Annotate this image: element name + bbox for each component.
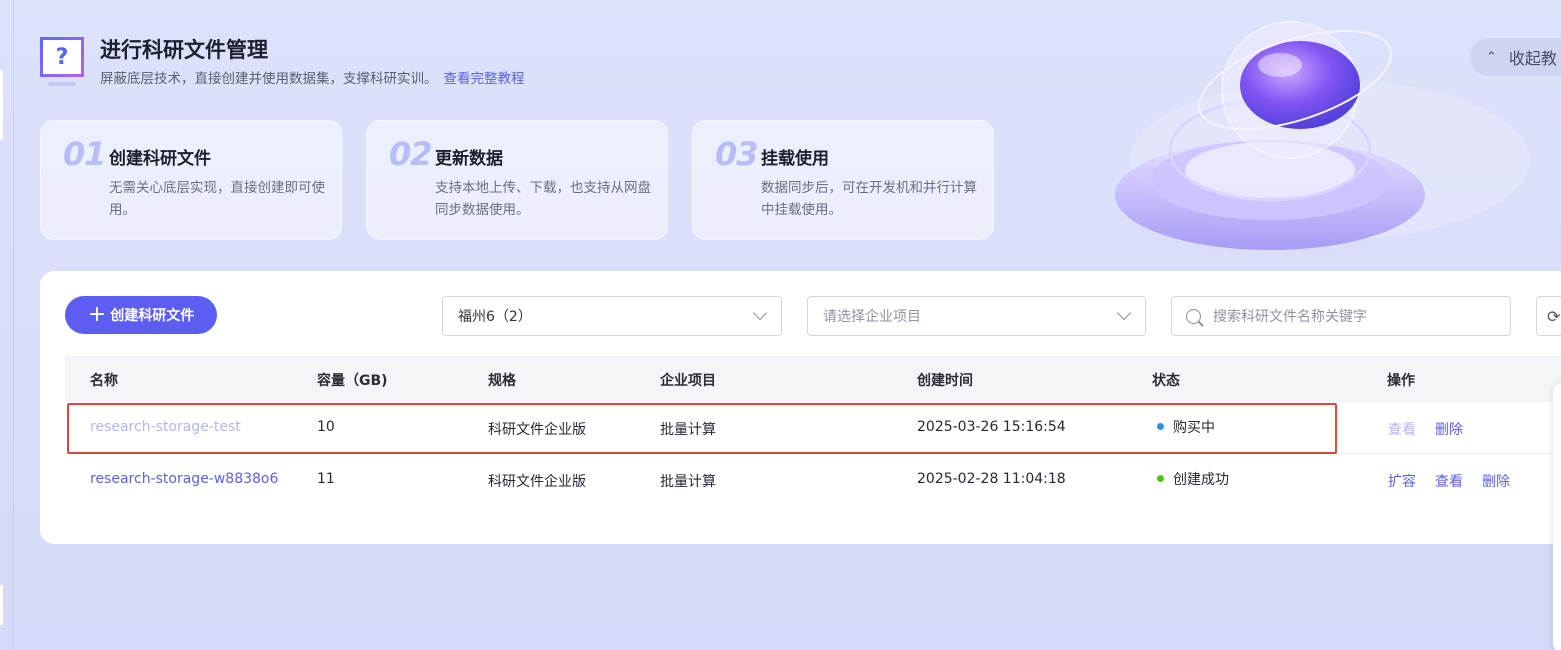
project-cell: 批量计算 bbox=[660, 422, 716, 438]
plus-icon: + bbox=[87, 302, 107, 327]
step-description: 无需关心底层实现，直接创建即可使用。 bbox=[109, 180, 325, 218]
refresh-button[interactable]: ⟳ bbox=[1536, 296, 1561, 336]
step-number: 01 bbox=[63, 135, 107, 173]
page-title: 进行科研文件管理 bbox=[100, 38, 268, 62]
column-header-name: 名称 bbox=[90, 373, 118, 389]
storage-name-link[interactable]: research-storage-w8838o6 bbox=[90, 471, 278, 487]
icon-shadow bbox=[48, 82, 76, 86]
sidebar-tab[interactable] bbox=[0, 70, 3, 140]
chevron-up-icon: ⌃ bbox=[1486, 49, 1497, 65]
delete-button[interactable]: 删除 bbox=[1435, 419, 1463, 439]
column-header-spec: 规格 bbox=[488, 373, 516, 389]
step-card-update: 02 更新数据 支持本地上传、下载，也支持从网盘同步数据使用。 bbox=[366, 120, 668, 240]
status-badge: 购买中 bbox=[1157, 417, 1215, 437]
table-row: research-storage-test 10 科研文件企业版 批量计算 20… bbox=[65, 402, 1561, 454]
created-time-cell: 2025-03-26 15:16:54 bbox=[917, 419, 1066, 435]
storage-list-card: + 创建科研文件 福州6（2） 请选择企业项目 搜索科研文件名称关键字 ⟳ 名称… bbox=[40, 271, 1561, 544]
column-header-capacity: 容量（GB) bbox=[317, 373, 388, 389]
table-header: 名称 容量（GB) 规格 企业项目 创建时间 状态 操作 bbox=[65, 356, 1561, 402]
capacity-cell: 10 bbox=[317, 419, 335, 435]
search-placeholder: 搜索科研文件名称关键字 bbox=[1213, 309, 1367, 325]
column-header-created: 创建时间 bbox=[917, 373, 973, 389]
project-select[interactable]: 请选择企业项目 bbox=[807, 296, 1146, 336]
left-sidebar-edge bbox=[0, 0, 14, 650]
spec-cell: 科研文件企业版 bbox=[488, 422, 586, 438]
collapse-label: 收起教 bbox=[1508, 49, 1557, 68]
status-text: 购买中 bbox=[1173, 420, 1215, 436]
column-header-status: 状态 bbox=[1152, 373, 1180, 389]
spec-cell: 科研文件企业版 bbox=[488, 474, 586, 490]
step-description: 数据同步后，可在开发机和并行计算中挂载使用。 bbox=[761, 180, 977, 218]
table-row: research-storage-w8838o6 11 科研文件企业版 批量计算… bbox=[65, 454, 1561, 506]
status-dot-icon bbox=[1157, 475, 1164, 482]
column-header-actions: 操作 bbox=[1387, 373, 1415, 389]
refresh-icon: ⟳ bbox=[1547, 306, 1561, 326]
page-subtitle: 屏蔽底层技术，直接创建并使用数据集，支撑科研实训。 查看完整教程 bbox=[100, 67, 525, 87]
capacity-cell: 11 bbox=[317, 471, 335, 487]
step-title: 更新数据 bbox=[435, 149, 503, 169]
step-title: 挂载使用 bbox=[761, 149, 829, 169]
step-number: 02 bbox=[389, 135, 433, 173]
region-select[interactable]: 福州6（2） bbox=[442, 296, 782, 336]
collapse-tutorial-button[interactable]: ⌃ 收起教 bbox=[1470, 38, 1561, 76]
step-title: 创建科研文件 bbox=[109, 149, 211, 169]
delete-button[interactable]: 删除 bbox=[1482, 471, 1510, 491]
chevron-down-icon bbox=[752, 305, 768, 321]
status-dot-icon bbox=[1157, 423, 1164, 430]
step-card-mount: 03 挂载使用 数据同步后，可在开发机和并行计算中挂载使用。 bbox=[692, 120, 994, 240]
status-text: 创建成功 bbox=[1173, 472, 1229, 488]
search-input[interactable]: 搜索科研文件名称关键字 bbox=[1171, 296, 1511, 336]
step-number: 03 bbox=[715, 135, 759, 173]
column-header-project: 企业项目 bbox=[660, 373, 716, 389]
create-button-label: 创建科研文件 bbox=[110, 308, 195, 324]
question-icon: ? bbox=[40, 37, 84, 77]
storage-name-link[interactable]: research-storage-test bbox=[90, 419, 241, 435]
expand-button[interactable]: 扩容 bbox=[1388, 471, 1416, 491]
chevron-down-icon bbox=[1116, 305, 1132, 321]
region-value: 福州6（2） bbox=[458, 309, 532, 325]
step-description: 支持本地上传、下载，也支持从网盘同步数据使用。 bbox=[435, 180, 651, 218]
status-badge: 创建成功 bbox=[1157, 469, 1229, 489]
project-placeholder: 请选择企业项目 bbox=[823, 309, 921, 325]
subtitle-text: 屏蔽底层技术，直接创建并使用数据集，支撑科研实训。 bbox=[100, 71, 438, 87]
search-icon bbox=[1186, 308, 1201, 324]
sidebar-tab[interactable] bbox=[0, 585, 3, 625]
side-drawer-edge[interactable] bbox=[1553, 383, 1561, 650]
tutorial-link[interactable]: 查看完整教程 bbox=[444, 71, 525, 87]
view-button[interactable]: 查看 bbox=[1388, 419, 1416, 439]
view-button[interactable]: 查看 bbox=[1435, 471, 1463, 491]
created-time-cell: 2025-02-28 11:04:18 bbox=[917, 471, 1066, 487]
step-card-create: 01 创建科研文件 无需关心底层实现，直接创建即可使用。 bbox=[40, 120, 342, 240]
create-research-file-button[interactable]: + 创建科研文件 bbox=[65, 296, 217, 334]
project-cell: 批量计算 bbox=[660, 474, 716, 490]
